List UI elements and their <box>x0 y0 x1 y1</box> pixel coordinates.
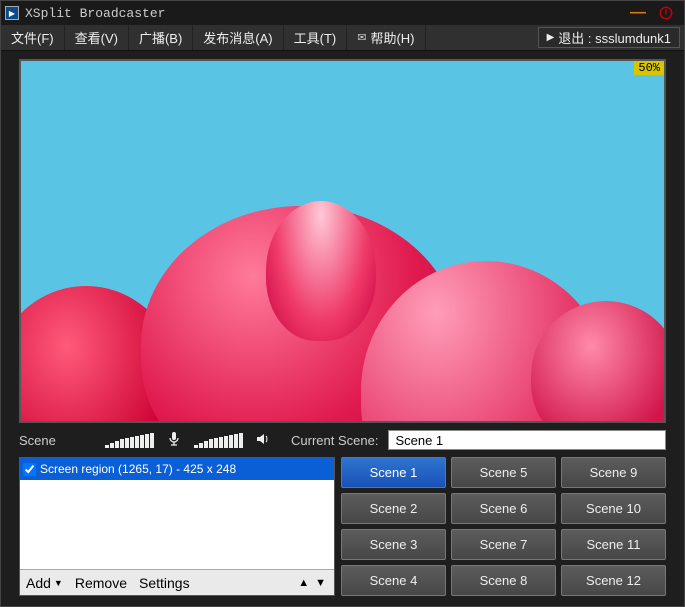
menu-tools[interactable]: 工具(T) <box>284 25 348 50</box>
source-label: Screen region (1265, 17) - 425 x 248 <box>38 462 334 476</box>
speaker-volume-meter[interactable] <box>194 432 243 448</box>
logout-button[interactable]: ▶ 退出 : ssslumdunk1 <box>538 27 680 48</box>
preview-container: 50% <box>1 51 684 427</box>
menu-publish[interactable]: 发布消息(A) <box>193 25 283 50</box>
scene-button-10[interactable]: Scene 10 <box>561 493 666 524</box>
remove-source-button[interactable]: Remove <box>69 570 133 595</box>
close-button[interactable] <box>652 4 680 22</box>
scene-grid: Scene 1Scene 5Scene 9Scene 2Scene 6Scene… <box>341 457 666 596</box>
source-row[interactable]: Screen region (1265, 17) - 425 x 248 <box>20 458 334 480</box>
scene-button-8[interactable]: Scene 8 <box>451 565 556 596</box>
move-down-button[interactable]: ▼ <box>315 577 326 589</box>
scene-label: Scene <box>19 433 99 448</box>
sources-panel: Screen region (1265, 17) - 425 x 248 Add… <box>19 457 335 596</box>
microphone-icon[interactable] <box>166 431 182 450</box>
scene-button-12[interactable]: Scene 12 <box>561 565 666 596</box>
mic-volume-meter[interactable] <box>105 432 154 448</box>
preview-content-image <box>21 61 664 421</box>
menubar: 文件(F) 查看(V) 广播(B) 发布消息(A) 工具(T) 帮助(H) ▶ … <box>1 25 684 51</box>
bottom-panel: Screen region (1265, 17) - 425 x 248 Add… <box>1 453 684 606</box>
source-checkbox[interactable] <box>23 463 36 476</box>
app-window: XSplit Broadcaster — 文件(F) 查看(V) 广播(B) 发… <box>0 0 685 607</box>
speaker-icon[interactable] <box>255 431 271 450</box>
chevron-down-icon: ▼ <box>54 578 63 588</box>
preview-canvas[interactable]: 50% <box>19 59 666 423</box>
reorder-arrows: ▲ ▼ <box>298 577 334 589</box>
status-bar: Scene Current Scene: Scene 1 <box>1 427 684 453</box>
scene-button-11[interactable]: Scene 11 <box>561 529 666 560</box>
current-scene-field[interactable]: Scene 1 <box>388 430 666 450</box>
menu-help[interactable]: 帮助(H) <box>347 25 425 50</box>
minimize-button[interactable]: — <box>624 4 652 22</box>
play-icon: ▶ <box>547 32 555 43</box>
menu-file[interactable]: 文件(F) <box>1 25 65 50</box>
scene-button-6[interactable]: Scene 6 <box>451 493 556 524</box>
scene-button-7[interactable]: Scene 7 <box>451 529 556 560</box>
source-settings-button[interactable]: Settings <box>133 570 196 595</box>
zoom-badge: 50% <box>634 61 664 75</box>
scene-button-9[interactable]: Scene 9 <box>561 457 666 488</box>
add-source-button[interactable]: Add▼ <box>20 570 69 595</box>
app-logo-icon <box>5 6 19 20</box>
logout-label: 退出 : ssslumdunk1 <box>558 28 671 47</box>
scene-button-3[interactable]: Scene 3 <box>341 529 446 560</box>
app-title: XSplit Broadcaster <box>25 6 624 21</box>
move-up-button[interactable]: ▲ <box>298 577 309 589</box>
scene-button-2[interactable]: Scene 2 <box>341 493 446 524</box>
menu-broadcast[interactable]: 广播(B) <box>129 25 193 50</box>
scene-button-5[interactable]: Scene 5 <box>451 457 556 488</box>
sources-toolbar: Add▼ Remove Settings ▲ ▼ <box>20 569 334 595</box>
scene-button-1[interactable]: Scene 1 <box>341 457 446 488</box>
menu-view[interactable]: 查看(V) <box>65 25 129 50</box>
scene-button-4[interactable]: Scene 4 <box>341 565 446 596</box>
titlebar: XSplit Broadcaster — <box>1 1 684 25</box>
sources-list[interactable]: Screen region (1265, 17) - 425 x 248 <box>20 458 334 569</box>
current-scene-label: Current Scene: <box>291 433 378 448</box>
